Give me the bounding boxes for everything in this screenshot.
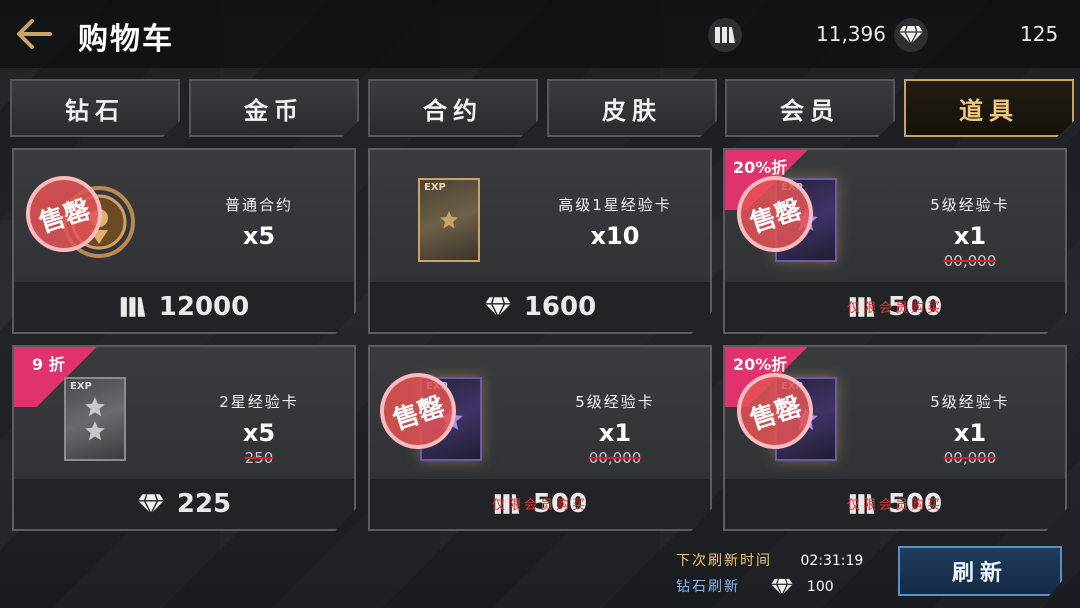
item-name: 5级经验卡 xyxy=(930,393,1010,411)
item-price: 1600 xyxy=(523,292,597,322)
item-quantity: x5 xyxy=(242,419,276,447)
tab-membership[interactable]: 会员 xyxy=(725,79,895,137)
diamond-icon xyxy=(484,297,511,318)
tab-diamonds[interactable]: 钻石 xyxy=(10,79,180,137)
item-quantity: x1 xyxy=(598,419,632,447)
purchase-restriction: 仅限会员购买 xyxy=(846,301,943,316)
discount-label: 9 折 xyxy=(32,355,65,374)
item-name: 普通合约 xyxy=(224,196,293,214)
original-price: 00,000 xyxy=(943,252,997,270)
page-title: 购物车 xyxy=(78,22,174,57)
item-price: 225 xyxy=(176,489,232,519)
item-price: 12000 xyxy=(158,292,250,322)
purchase-restriction: 仅限会员购买 xyxy=(491,498,588,513)
next-refresh-label: 下次刷新时间 xyxy=(676,553,772,569)
price-bar: 1600 xyxy=(370,282,710,332)
refresh-cost-label: 钻石刷新 xyxy=(676,579,740,595)
diamond-icon xyxy=(137,494,164,515)
original-price: 00,000 xyxy=(588,449,642,467)
diamond-icon xyxy=(771,578,794,597)
item-name: 5级经验卡 xyxy=(575,393,655,411)
coin-icon xyxy=(708,18,742,52)
shop-item-card[interactable]: EXP 高级1星经验卡 x10 1600 xyxy=(368,148,712,334)
purchase-restriction: 仅限会员购买 xyxy=(846,498,943,513)
diamond-balance: 125 xyxy=(1020,22,1059,46)
next-refresh-time: 02:31:19 xyxy=(800,553,864,569)
item-name: 高级1星经验卡 xyxy=(558,196,672,214)
item-quantity: x1 xyxy=(953,419,987,447)
top-bar: 购物车 11,396 125 xyxy=(0,0,1080,68)
shop-item-card[interactable]: EXP 售罄 5级经验卡 x1 00,000 500 仅限会员购买 xyxy=(368,345,712,531)
shop-item-card[interactable]: 20%折 EXP 售罄 5级经验卡 x1 00,000 500 仅限会员购买 xyxy=(723,345,1067,531)
item-quantity: x5 xyxy=(242,222,276,250)
coin-balance: 11,396 xyxy=(816,22,886,46)
diamond-icon xyxy=(894,18,928,52)
discount-label: 20%折 xyxy=(733,158,788,177)
refresh-cost: 100 xyxy=(806,579,834,595)
item-quantity: x1 xyxy=(953,222,987,250)
item-name: 2星经验卡 xyxy=(219,393,299,411)
exp-card-gold-icon: EXP xyxy=(418,178,480,262)
discount-label: 20%折 xyxy=(733,355,788,374)
coin-icon xyxy=(120,297,145,317)
item-quantity: x10 xyxy=(590,222,640,250)
price-bar: 225 xyxy=(14,479,354,529)
tab-skins[interactable]: 皮肤 xyxy=(547,79,717,137)
shop-item-card[interactable]: 9 折 EXP 2星经验卡 x5 250 225 xyxy=(12,345,356,531)
price-bar: 12000 xyxy=(14,282,354,332)
refresh-button[interactable]: 刷新 xyxy=(898,546,1062,596)
shop-item-card[interactable]: 售罄 普通合约 x5 12000 xyxy=(12,148,356,334)
refresh-info: 下次刷新时间 02:31:19 钻石刷新 100 xyxy=(676,548,863,600)
shop-item-card[interactable]: 20%折 EXP 售罄 5级经验卡 x1 00,000 500 仅限会员购买 xyxy=(723,148,1067,334)
exp-card-silver-icon: EXP xyxy=(64,377,126,461)
item-name: 5级经验卡 xyxy=(930,196,1010,214)
tab-coins[interactable]: 金币 xyxy=(189,79,359,137)
original-price: 00,000 xyxy=(943,449,997,467)
tab-contracts[interactable]: 合约 xyxy=(368,79,538,137)
original-price: 250 xyxy=(244,449,274,467)
tab-items[interactable]: 道具 xyxy=(904,79,1074,137)
arrow-left-icon xyxy=(17,19,52,49)
back-button[interactable] xyxy=(12,14,56,54)
